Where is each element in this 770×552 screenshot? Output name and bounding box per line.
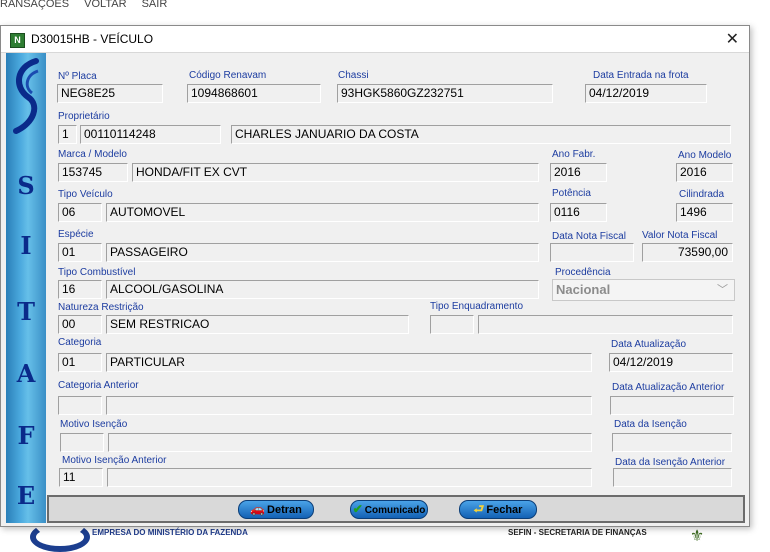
data-isencao-anterior-field[interactable]: [613, 468, 732, 487]
motivo-isencao-label: Motivo Isenção: [60, 419, 128, 430]
swirl-logo-icon: [13, 58, 39, 134]
procedencia-select[interactable]: Nacional ﹀: [552, 279, 735, 301]
natureza-restricao-descricao-field[interactable]: SEM RESTRICAO: [106, 315, 409, 334]
top-menu: RANSAÇÕES VOLTAR SAIR: [0, 0, 770, 10]
fechar-label: Fechar: [486, 504, 523, 516]
sitafe-sidebar: S I T A F E: [6, 53, 46, 523]
tipo-veiculo-descricao-field[interactable]: AUTOMOVEL: [106, 203, 539, 222]
cilindrada-label: Cilindrada: [679, 189, 725, 200]
car-icon: 🚗: [250, 502, 266, 516]
renavam-label: Código Renavam: [189, 70, 267, 81]
combustivel-codigo-field[interactable]: 16: [58, 280, 102, 299]
ano-fabr-field[interactable]: 2016: [550, 163, 607, 182]
categoria-anterior-descricao-field[interactable]: [106, 396, 592, 415]
motivo-isencao-anterior-codigo-field[interactable]: 11: [59, 468, 103, 487]
proprietario-label: Proprietário: [58, 111, 110, 122]
motivo-isencao-descricao-field[interactable]: [108, 433, 592, 452]
data-nf-field[interactable]: [550, 243, 634, 262]
chassi-field[interactable]: 93HGK5860GZ232751: [337, 84, 553, 103]
door-exit-icon: ⮐: [473, 502, 485, 516]
categoria-anterior-label: Categoria Anterior: [58, 380, 139, 391]
chassi-label: Chassi: [338, 70, 369, 81]
data-isencao-field[interactable]: [612, 433, 732, 452]
sidebar-letter: I: [20, 231, 32, 260]
categoria-label: Categoria: [58, 337, 102, 348]
close-button[interactable]: ✕: [726, 29, 739, 49]
ano-fabr-label: Ano Fabr.: [552, 149, 596, 160]
natureza-restricao-label: Natureza Restrição: [58, 302, 144, 313]
menu-item-voltar[interactable]: VOLTAR: [84, 0, 126, 10]
data-isencao-label: Data da Isenção: [614, 419, 687, 430]
window-title: D30015HB - VEÍCULO: [31, 32, 154, 46]
chevron-down-icon: ﹀: [717, 284, 728, 296]
potencia-field[interactable]: 0116: [550, 203, 607, 222]
especie-descricao-field[interactable]: PASSAGEIRO: [106, 243, 539, 262]
tipo-enquadramento-codigo-field[interactable]: [430, 315, 474, 334]
especie-codigo-field[interactable]: 01: [58, 243, 102, 262]
data-atualizacao-field[interactable]: 04/12/2019: [609, 353, 733, 372]
data-atualizacao-anterior-label: Data Atualização Anterior: [612, 382, 725, 393]
categoria-descricao-field[interactable]: PARTICULAR: [106, 353, 592, 372]
tipo-enquadramento-descricao-field[interactable]: [478, 315, 733, 334]
valor-nf-field[interactable]: 73590,00: [642, 243, 733, 262]
cilindrada-field[interactable]: 1496: [676, 203, 733, 222]
data-nf-label: Data Nota Fiscal: [552, 231, 626, 242]
ano-modelo-label: Ano Modelo: [678, 150, 732, 161]
sidebar-letter: F: [17, 421, 35, 450]
proprietario-tipo-field[interactable]: 1: [58, 125, 77, 144]
title-bar: N D30015HB - VEÍCULO ✕: [1, 26, 749, 53]
comunicado-button[interactable]: ✔ Comunicado: [350, 500, 428, 519]
data-atualizacao-anterior-field[interactable]: [610, 396, 734, 415]
combustivel-descricao-field[interactable]: ALCOOL/GASOLINA: [106, 280, 539, 299]
ano-modelo-field[interactable]: 2016: [676, 163, 733, 182]
sidebar-letter: A: [16, 359, 36, 388]
especie-label: Espécie: [58, 229, 94, 240]
motivo-isencao-anterior-label: Motivo Isenção Anterior: [62, 455, 167, 466]
data-isencao-anterior-label: Data da Isenção Anterior: [615, 457, 726, 468]
categoria-anterior-codigo-field[interactable]: [58, 396, 102, 415]
sidebar-letter: S: [17, 171, 35, 200]
menu-item-sair[interactable]: SAIR: [142, 0, 168, 10]
valor-nf-label: Valor Nota Fiscal: [642, 230, 718, 241]
categoria-codigo-field[interactable]: 01: [58, 353, 102, 372]
footer-company-text: EMPRESA DO MINISTÉRIO DA FAZENDA: [92, 528, 248, 537]
tipo-veiculo-codigo-field[interactable]: 06: [58, 203, 102, 222]
procedencia-value: Nacional: [556, 282, 611, 297]
motivo-isencao-codigo-field[interactable]: [60, 433, 104, 452]
placa-label: Nº Placa: [58, 71, 97, 82]
emblem-icon: ⚜: [689, 528, 705, 545]
checkmark-icon: ✔: [352, 502, 363, 516]
comunicado-label: Comunicado: [364, 505, 426, 516]
natureza-restricao-codigo-field[interactable]: 00: [58, 315, 102, 334]
sidebar-letter: T: [17, 297, 35, 326]
detran-button[interactable]: 🚗 Detran: [238, 500, 314, 519]
app-icon: N: [10, 33, 25, 48]
proprietario-nome-field[interactable]: CHARLES JANUARIO DA COSTA: [231, 125, 731, 144]
sidebar-letter: E: [16, 481, 36, 510]
combustivel-label: Tipo Combustível: [58, 267, 136, 278]
marca-modelo-descricao-field[interactable]: HONDA/FIT EX CVT: [132, 163, 539, 182]
procedencia-label: Procedência: [555, 267, 611, 278]
placa-field[interactable]: NEG8E25: [57, 84, 163, 103]
data-entrada-field[interactable]: 04/12/2019: [585, 84, 707, 103]
marca-modelo-codigo-field[interactable]: 153745: [58, 163, 128, 182]
footer-sefin-text: SEFIN - SECRETARIA DE FINANÇAS: [508, 528, 647, 537]
fechar-button[interactable]: ⮐ Fechar: [459, 500, 537, 519]
renavam-field[interactable]: 1094868601: [187, 84, 321, 103]
data-entrada-label: Data Entrada na frota: [593, 70, 689, 81]
data-atualizacao-label: Data Atualização: [611, 339, 687, 350]
vehicle-dialog: N D30015HB - VEÍCULO ✕ S I T A F E Nº Pl…: [0, 25, 750, 527]
detran-label: Detran: [267, 504, 302, 516]
marca-modelo-label: Marca / Modelo: [58, 149, 127, 160]
tipo-enquadramento-label: Tipo Enquadramento: [430, 301, 524, 312]
menu-item-transacoes[interactable]: RANSAÇÕES: [0, 0, 69, 10]
action-bar: 🚗 Detran ✔ Comunicado ⮐ Fechar: [47, 495, 745, 523]
motivo-isencao-anterior-descricao-field[interactable]: [107, 468, 592, 487]
proprietario-codigo-field[interactable]: 00110114248: [80, 125, 221, 144]
potencia-label: Potência: [552, 188, 591, 199]
tipo-veiculo-label: Tipo Veículo: [58, 189, 113, 200]
